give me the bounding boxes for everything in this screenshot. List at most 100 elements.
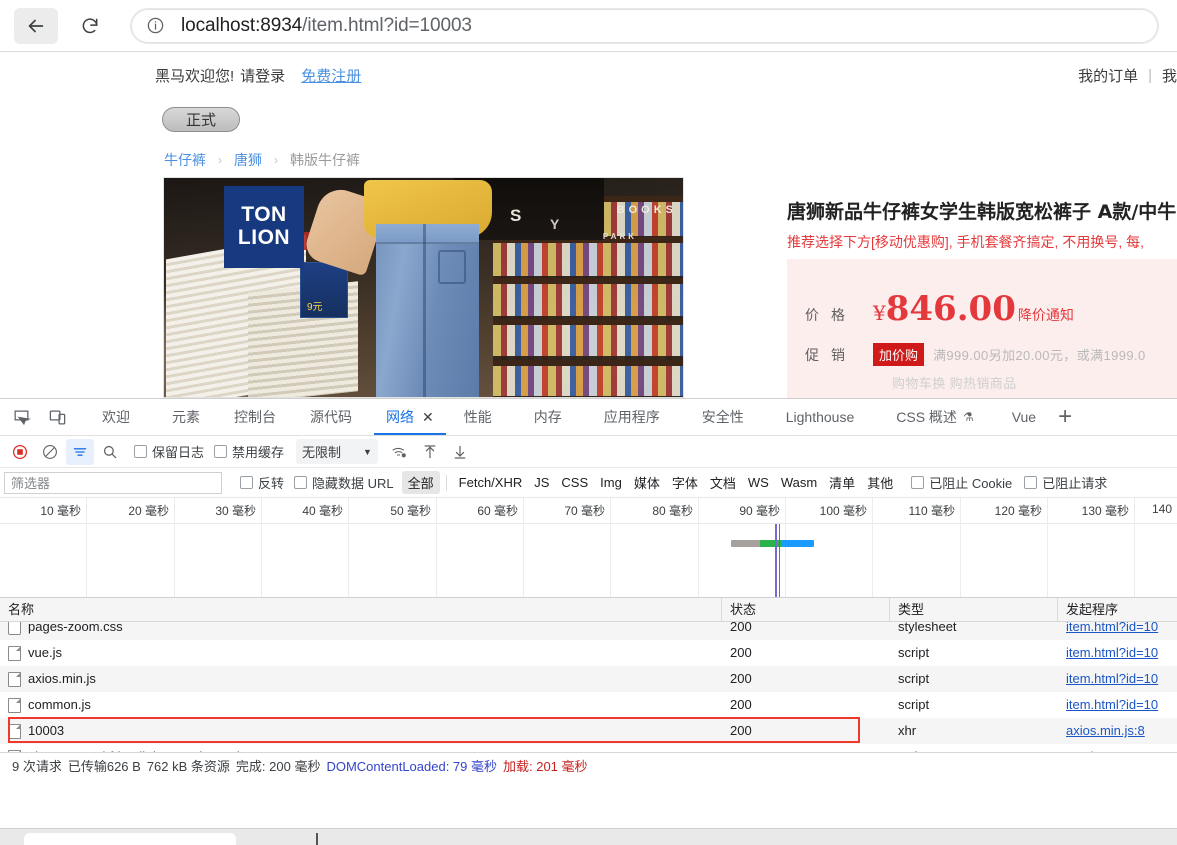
- invert-checkbox[interactable]: 反转: [240, 473, 284, 492]
- back-arrow-icon[interactable]: [14, 7, 58, 44]
- search-icon[interactable]: [96, 439, 124, 465]
- my-orders-link[interactable]: 我的订单: [1078, 65, 1138, 86]
- tab-elements[interactable]: 元素: [160, 399, 212, 435]
- close-icon[interactable]: ✕: [422, 409, 434, 426]
- url-path: /item.html?id=10003: [302, 14, 472, 36]
- tab-network[interactable]: 网络 ✕: [374, 399, 446, 435]
- login-link[interactable]: 请登录: [240, 65, 285, 86]
- product-subtitle: 推荐选择下方[移动优惠购], 手机套餐齐搞定, 不用换号, 每,: [787, 234, 1145, 250]
- filter-toggle-icon[interactable]: [66, 438, 94, 465]
- request-initiator[interactable]: item.html?id=10: [1066, 622, 1158, 634]
- tab-label: 元素: [172, 409, 200, 425]
- ruler-tick-label: 40 毫秒: [302, 504, 343, 518]
- tab-label: 应用程序: [603, 409, 660, 425]
- breadcrumb-item-0[interactable]: 牛仔裤: [164, 150, 206, 170]
- tab-performance[interactable]: 性能: [452, 399, 504, 435]
- product-title: 唐狮新品牛仔裤女学生韩版宽松裤子 A款/中牛: [787, 201, 1177, 223]
- register-link[interactable]: 免费注册: [301, 65, 361, 86]
- filter-type-img[interactable]: Img: [594, 473, 628, 492]
- reload-icon[interactable]: [68, 8, 112, 44]
- filter-type-fetch-xhr[interactable]: Fetch/XHR: [453, 473, 529, 492]
- tab-lighthouse[interactable]: Lighthouse: [774, 399, 867, 435]
- site-info-icon[interactable]: [141, 12, 169, 40]
- stylesheet-file-icon: [8, 622, 21, 635]
- import-har-icon[interactable]: [416, 439, 444, 465]
- request-status: 200: [730, 697, 752, 712]
- invert-label: 反转: [258, 476, 285, 491]
- blocked-cookies-checkbox[interactable]: 已阻止 Cookie: [911, 473, 1012, 492]
- currency-symbol: ¥: [873, 301, 886, 325]
- network-overview-timeline[interactable]: 10 毫秒 20 毫秒 30 毫秒 40 毫秒 50 毫秒 60 毫秒 70 毫…: [0, 498, 1177, 598]
- tab-label: CSS 概述: [896, 409, 957, 425]
- dom-content-loaded-marker: [775, 524, 777, 597]
- request-type: script: [898, 697, 930, 712]
- filter-type-ws[interactable]: WS: [742, 473, 775, 492]
- add-tab-icon[interactable]: +: [1048, 405, 1082, 429]
- tab-welcome[interactable]: 欢迎: [90, 399, 142, 435]
- filter-type-font[interactable]: 字体: [666, 471, 704, 494]
- topbar-truncated-link[interactable]: 我: [1162, 65, 1177, 86]
- xhr-file-icon: [8, 723, 21, 739]
- filter-type-doc[interactable]: 文档: [704, 471, 742, 494]
- inspect-element-icon[interactable]: [6, 402, 36, 432]
- tab-vue[interactable]: Vue: [1000, 399, 1048, 435]
- page-viewport: 黑马欢迎您! 请登录 免费注册 我的订单 | 我 正式 牛仔裤 › 唐狮 › 韩…: [0, 52, 1177, 398]
- column-header-initiator[interactable]: 发起程序: [1058, 598, 1177, 622]
- filter-type-wasm[interactable]: Wasm: [775, 473, 823, 492]
- export-har-icon[interactable]: [446, 439, 474, 465]
- tab-memory[interactable]: 内存: [522, 399, 574, 435]
- flask-icon: ⚗: [962, 410, 974, 424]
- network-conditions-icon[interactable]: [386, 439, 414, 465]
- table-row[interactable]: 10003 200 xhr axios.min.js:8: [0, 718, 1177, 744]
- overview-request-bars: [0, 540, 1177, 550]
- taskbar-tab-stub[interactable]: [24, 833, 236, 845]
- ruler-tick-label: 100 毫秒: [819, 504, 867, 518]
- breadcrumb-separator-icon: ›: [274, 153, 278, 167]
- device-toolbar-icon[interactable]: [42, 402, 72, 432]
- blocked-requests-checkbox[interactable]: 已阻止请求: [1024, 473, 1107, 492]
- filter-input[interactable]: 筛选器: [4, 471, 222, 494]
- filter-type-js[interactable]: JS: [528, 473, 555, 492]
- filter-type-all[interactable]: 全部: [401, 471, 440, 494]
- column-header-status[interactable]: 状态: [722, 597, 890, 622]
- tab-css-overview[interactable]: CSS 概述 ⚗: [884, 399, 985, 435]
- tab-application[interactable]: 应用程序: [592, 399, 672, 435]
- checkbox-box: [911, 476, 925, 489]
- jeans-waistband: [376, 224, 479, 244]
- column-header-name[interactable]: 名称: [0, 597, 722, 622]
- table-row[interactable]: vue.js 200 script item.html?id=10: [0, 640, 1177, 666]
- tab-security[interactable]: 安全性: [690, 399, 756, 435]
- request-name: 5b860864N6bfd95db.jpg!q70.jpg.webp: [28, 744, 251, 752]
- table-row[interactable]: pages-zoom.css 200 stylesheet item.html?…: [0, 622, 1177, 640]
- network-filter-bar: 筛选器 反转 隐藏数据 URL 全部 Fetch/XHR JS CSS Img …: [0, 468, 1177, 498]
- hide-data-urls-checkbox[interactable]: 隐藏数据 URL: [294, 473, 394, 492]
- column-header-type[interactable]: 类型: [890, 597, 1058, 622]
- tab-label: 控制台: [234, 409, 276, 425]
- filter-type-other[interactable]: 其他: [861, 471, 899, 494]
- filter-type-css[interactable]: CSS: [555, 473, 594, 492]
- ruler-tick-label: 80 毫秒: [652, 504, 693, 518]
- price-drop-notify-link[interactable]: 降价通知: [1018, 305, 1074, 325]
- product-image[interactable]: I S Y BOOKS PARK TON LION: [163, 177, 684, 398]
- breadcrumb-item-1[interactable]: 唐狮: [234, 150, 262, 170]
- request-initiator[interactable]: item.html?id=10: [1066, 645, 1158, 660]
- request-initiator[interactable]: axios.min.js:8: [1066, 723, 1145, 738]
- url-host: localhost:8934: [181, 14, 303, 36]
- clear-network-log-icon[interactable]: [36, 439, 64, 465]
- address-bar[interactable]: localhost:8934/item.html?id=10003: [130, 7, 1159, 44]
- filter-type-manifest[interactable]: 清单: [823, 471, 861, 494]
- request-initiator[interactable]: item.html?id=10: [1066, 697, 1158, 712]
- request-initiator[interactable]: item.html?id=10: [1066, 671, 1158, 686]
- record-stop-icon[interactable]: [6, 439, 34, 465]
- table-row[interactable]: 5b860864N6bfd95db.jpg!q70.jpg.webp 200 w…: [0, 744, 1177, 752]
- disable-cache-checkbox[interactable]: 禁用缓存: [214, 442, 284, 461]
- throttling-select[interactable]: 无限制 ▼: [296, 439, 378, 464]
- table-row[interactable]: common.js 200 script item.html?id=10: [0, 692, 1177, 718]
- breadcrumb-item-2: 韩版牛仔裤: [290, 152, 360, 168]
- tab-sources[interactable]: 源代码: [298, 399, 364, 435]
- preserve-log-checkbox[interactable]: 保留日志: [134, 442, 204, 461]
- table-row[interactable]: axios.min.js 200 script item.html?id=10: [0, 666, 1177, 692]
- network-request-list[interactable]: pages-zoom.css 200 stylesheet item.html?…: [0, 622, 1177, 752]
- filter-type-media[interactable]: 媒体: [628, 471, 666, 494]
- tab-console[interactable]: 控制台: [222, 399, 288, 435]
